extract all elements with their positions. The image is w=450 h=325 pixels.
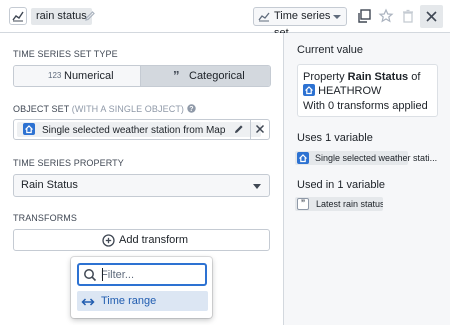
close-button[interactable] — [420, 5, 443, 28]
add-transform-button[interactable]: Add transform — [13, 229, 270, 251]
time-series-icon — [9, 7, 27, 25]
trash-icon[interactable] — [399, 7, 417, 25]
home-icon — [297, 152, 309, 164]
pencil-icon[interactable] — [83, 9, 97, 23]
star-icon[interactable] — [377, 7, 395, 25]
add-transform-label: Add transform — [119, 234, 189, 246]
object-set-chip: Single selected weather station from Map — [17, 122, 261, 137]
object-set-value: Single selected weather station from Map — [42, 125, 226, 136]
duplicate-icon[interactable] — [355, 7, 373, 25]
uses-heading: Uses 1 variable — [297, 132, 373, 144]
series-type-select[interactable]: Time series set — [253, 7, 347, 39]
quote-icon: ” — [173, 68, 180, 83]
menu-item-time-range[interactable]: Time range — [77, 291, 208, 311]
help-icon[interactable]: ? — [186, 104, 196, 113]
search-icon — [83, 268, 97, 282]
transform-menu: Time range — [71, 257, 212, 318]
cv-object: HEATHROW — [318, 85, 382, 97]
cv-prefix: Property — [303, 71, 345, 83]
summary-panel: Current value Property Rain Status of HE… — [283, 33, 450, 325]
categorical-label: Categorical — [189, 70, 245, 82]
text-cursor — [102, 268, 103, 281]
set-type-label: TIME SERIES SET TYPE — [13, 49, 118, 59]
widget-header: rain status Time series set — [0, 0, 450, 39]
filter-input[interactable] — [101, 267, 201, 282]
home-icon — [303, 84, 315, 96]
numerical-badge: 123 — [48, 71, 62, 80]
object-set-field[interactable]: Single selected weather station from Map — [13, 119, 270, 140]
used-in-variable-chip[interactable]: ” Latest rain status — [295, 197, 383, 211]
filter-field[interactable] — [77, 263, 207, 286]
uses-variable-text: Single selected weather stati... — [315, 153, 438, 163]
menu-item-label: Time range — [101, 295, 157, 307]
divider — [250, 120, 251, 139]
property-label: TIME SERIES PROPERTY — [13, 158, 124, 168]
current-value-property-line: Property Rain Status of — [303, 71, 420, 83]
cv-transforms: With 0 transforms applied — [303, 100, 428, 112]
quote-icon: ” — [297, 198, 309, 210]
current-value-object-line: HEATHROW — [303, 84, 381, 97]
home-icon — [23, 123, 35, 135]
transforms-label: TRANSFORMS — [13, 213, 77, 223]
clear-icon[interactable] — [254, 123, 266, 135]
object-set-label-text: OBJECT SET — [13, 104, 70, 114]
object-set-label-hint: (WITH A SINGLE OBJECT) — [71, 104, 185, 114]
cv-suffix: of — [411, 71, 421, 83]
property-value: Rain Status — [21, 179, 78, 191]
used-in-heading: Used in 1 variable — [297, 179, 386, 191]
current-value-heading: Current value — [297, 44, 364, 56]
svg-text:?: ? — [189, 106, 193, 113]
numerical-option[interactable]: 123 Numerical — [14, 66, 140, 86]
edit-pencil-icon[interactable] — [233, 123, 245, 135]
object-set-label: OBJECT SET (WITH A SINGLE OBJECT) ? — [13, 103, 196, 114]
chevron-down-icon — [333, 15, 341, 19]
arrows-horizontal-icon — [81, 295, 95, 307]
cv-property: Rain Status — [347, 71, 409, 83]
used-in-variable-text: Latest rain status — [316, 199, 383, 209]
current-value-card: Property Rain Status of HEATHROW With 0 … — [297, 64, 438, 117]
chart-icon — [258, 11, 270, 22]
add-circle-icon — [102, 234, 115, 247]
set-type-toggle: 123 Numerical ” Categorical — [13, 65, 271, 87]
close-icon — [426, 11, 437, 22]
property-select[interactable]: Rain Status — [13, 174, 270, 197]
caret-down-icon — [253, 184, 261, 189]
numerical-label: Numerical — [64, 70, 114, 82]
categorical-option[interactable]: ” Categorical — [140, 66, 270, 86]
